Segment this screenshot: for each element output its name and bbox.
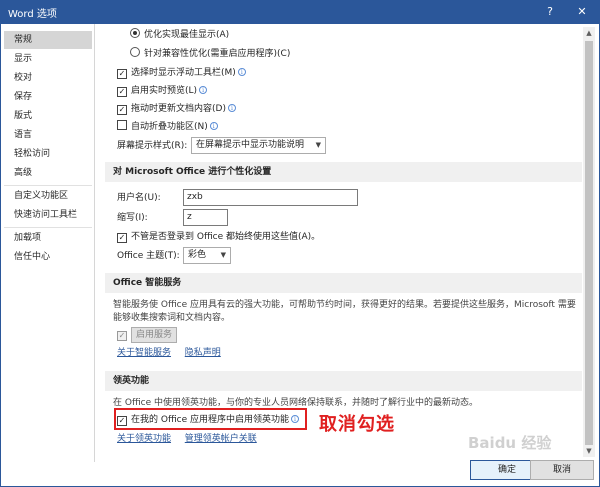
close-button[interactable]: ✕ xyxy=(570,2,594,22)
username-label: 用户名(U): xyxy=(117,193,161,203)
sidebar-item-trust-center[interactable]: 信任中心 xyxy=(4,248,92,266)
checkbox-checked-icon: ✓ xyxy=(117,331,127,341)
sidebar: 常规 显示 校对 保存 版式 语言 轻松访问 高级 自定义功能区 快速访问工具栏… xyxy=(1,24,95,462)
window-title: Word 选项 xyxy=(8,9,57,20)
checkbox-live-preview[interactable]: ✓ 启用实时预览(L) i xyxy=(117,83,208,99)
sidebar-divider xyxy=(4,185,92,186)
initials-label: 缩写(I): xyxy=(117,213,148,223)
annotation-label: 取消勾选 xyxy=(319,414,395,435)
username-input[interactable]: zxb xyxy=(183,189,358,206)
section-linkedin: 领英功能 xyxy=(105,371,582,391)
sidebar-divider xyxy=(4,227,92,228)
radio-compatibility[interactable]: 针对兼容性优化(需重启应用程序)(C) xyxy=(130,46,290,62)
checkbox-always-use[interactable]: ✓ 不管是否登录到 Office 都始终使用这些值(A)。 xyxy=(117,229,320,245)
info-icon: i xyxy=(227,104,236,112)
cancel-button[interactable]: 取消 xyxy=(530,460,594,480)
radio-icon xyxy=(130,47,140,57)
info-icon: i xyxy=(209,122,218,130)
checkbox-unchecked-icon xyxy=(117,120,127,130)
annotation-highlight-box xyxy=(114,408,307,430)
link-about-intelligent[interactable]: 关于智能服务 xyxy=(117,348,171,358)
sidebar-item-quick-access[interactable]: 快速访问工具栏 xyxy=(4,206,92,224)
title-bar: Word 选项 ? ✕ xyxy=(0,0,600,24)
checkbox-checked-icon: ✓ xyxy=(117,87,127,97)
scroll-up-icon[interactable]: ▲ xyxy=(583,27,595,39)
linkedin-links: 关于领英功能 管理领英帐户关联 xyxy=(117,431,257,447)
link-privacy[interactable]: 隐私声明 xyxy=(185,348,221,358)
screentip-select[interactable]: 在屏幕提示中显示功能说明 ▼ xyxy=(191,137,326,154)
section-intelligent-services: Office 智能服务 xyxy=(105,273,582,293)
sidebar-item-customize-ribbon[interactable]: 自定义功能区 xyxy=(4,187,92,205)
scroll-thumb[interactable] xyxy=(585,41,593,445)
intelligent-links: 关于智能服务 隐私声明 xyxy=(117,345,221,361)
info-icon: i xyxy=(199,86,208,94)
initials-input[interactable]: z xyxy=(183,209,228,226)
scroll-down-icon[interactable]: ▼ xyxy=(583,445,595,457)
link-about-linkedin[interactable]: 关于领英功能 xyxy=(117,434,171,444)
chevron-down-icon: ▼ xyxy=(315,141,321,149)
sidebar-item-general[interactable]: 常规 xyxy=(4,31,92,49)
info-icon: i xyxy=(237,68,246,76)
theme-label: Office 主题(T): xyxy=(117,251,180,261)
intelligent-description: 智能服务使 Office 应用具有云的强大功能，可帮助节约时间，获得更好的结果。… xyxy=(113,300,576,323)
sidebar-item-advanced[interactable]: 高级 xyxy=(4,164,92,182)
chevron-down-icon: ▼ xyxy=(220,251,226,259)
watermark: Baidu 经验 xyxy=(468,434,552,452)
vertical-scrollbar[interactable]: ▲ ▼ xyxy=(583,27,595,457)
sidebar-item-language[interactable]: 语言 xyxy=(4,126,92,144)
theme-select[interactable]: 彩色 ▼ xyxy=(183,247,231,264)
checkbox-enable-services[interactable]: ✓ 启用服务 xyxy=(117,327,178,343)
sidebar-item-save[interactable]: 保存 xyxy=(4,88,92,106)
screentip-label: 屏幕提示样式(R): xyxy=(117,141,188,151)
checkbox-checked-icon: ✓ xyxy=(117,233,127,243)
checkbox-checked-icon: ✓ xyxy=(117,69,127,79)
checkbox-mini-toolbar[interactable]: ✓ 选择时显示浮动工具栏(M) i xyxy=(117,65,246,81)
sidebar-item-typography[interactable]: 版式 xyxy=(4,107,92,125)
sidebar-item-addins[interactable]: 加载项 xyxy=(4,229,92,247)
options-content: 优化实现最佳显示(A) 针对兼容性优化(需重启应用程序)(C) ✓ 选择时显示浮动… xyxy=(105,27,582,457)
section-personalize: 对 Microsoft Office 进行个性化设置 xyxy=(105,162,582,182)
checkbox-update-drag[interactable]: ✓ 拖动时更新文档内容(D) i xyxy=(117,101,236,117)
radio-selected-icon xyxy=(130,28,140,38)
sidebar-item-display[interactable]: 显示 xyxy=(4,50,92,68)
link-manage-linkedin[interactable]: 管理领英帐户关联 xyxy=(185,434,257,444)
checkbox-collapse-ribbon[interactable]: 自动折叠功能区(N) i xyxy=(117,119,218,135)
checkbox-checked-icon: ✓ xyxy=(117,105,127,115)
help-button[interactable]: ? xyxy=(538,2,562,22)
sidebar-item-accessibility[interactable]: 轻松访问 xyxy=(4,145,92,163)
sidebar-item-proofing[interactable]: 校对 xyxy=(4,69,92,87)
radio-best-display[interactable]: 优化实现最佳显示(A) xyxy=(130,27,229,43)
